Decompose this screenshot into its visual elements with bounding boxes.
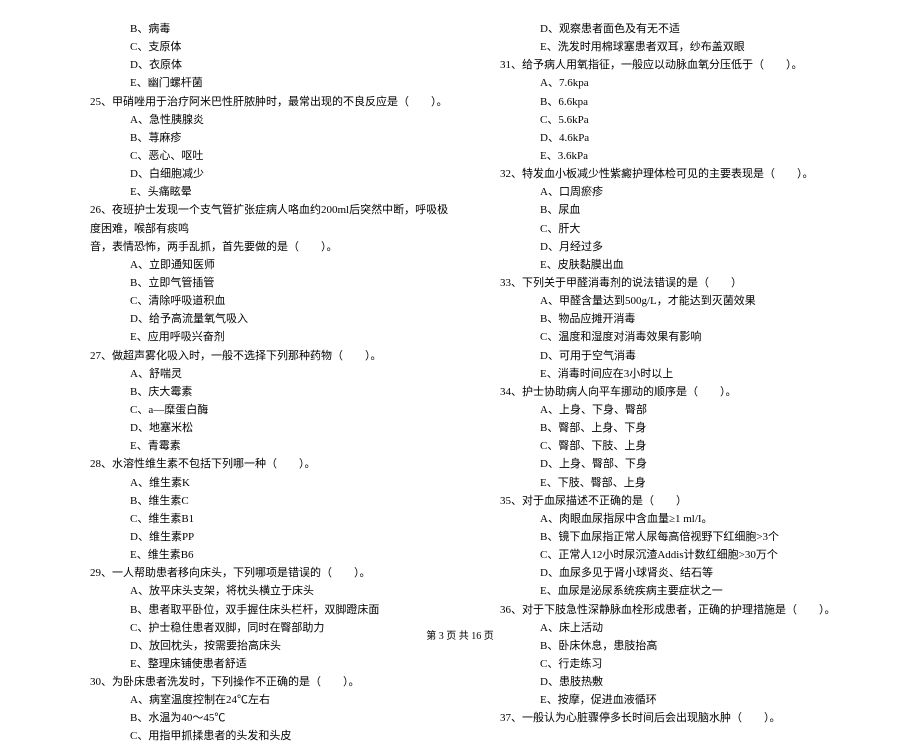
q34-opt-e: E、下肢、臀部、上身: [500, 474, 860, 492]
q31-opt-a: A、7.6kpa: [500, 74, 860, 92]
q36-opt-e: E、按摩，促进血液循环: [500, 691, 860, 709]
q25: 25、甲硝唑用于治疗阿米巴性肝脓肿时，最常出现的不良反应是（ ）。: [90, 93, 450, 111]
q25-opt-c: C、恶心、呕吐: [90, 147, 450, 165]
q26-opt-a: A、立即通知医师: [90, 256, 450, 274]
q25-opt-a: A、急性胰腺炎: [90, 111, 450, 129]
q37: 37、一般认为心脏骤停多长时间后会出现脑水肿（ ）。: [500, 709, 860, 727]
q24-opt-b: B、病毒: [90, 20, 450, 38]
q30-opt-e: E、洗发时用棉球塞患者双耳，纱布盖双眼: [500, 38, 860, 56]
q25-opt-e: E、头痛眩晕: [90, 183, 450, 201]
q32-opt-c: C、肝大: [500, 220, 860, 238]
q33-opt-e: E、消毒时间应在3小时以上: [500, 365, 860, 383]
q30-opt-d: D、观察患者面色及有无不适: [500, 20, 860, 38]
q28-opt-b: B、维生素C: [90, 492, 450, 510]
q31-opt-e: E、3.6kPa: [500, 147, 860, 165]
q24-opt-c: C、支原体: [90, 38, 450, 56]
q27-opt-d: D、地塞米松: [90, 419, 450, 437]
q34: 34、护士协助病人向平车挪动的顺序是（ ）。: [500, 383, 860, 401]
q36-opt-c: C、行走练习: [500, 655, 860, 673]
q28-opt-c: C、维生素B1: [90, 510, 450, 528]
q34-opt-d: D、上身、臀部、下身: [500, 455, 860, 473]
q33-opt-d: D、可用于空气消毒: [500, 347, 860, 365]
q29-opt-e: E、整理床铺使患者舒适: [90, 655, 450, 673]
q26-opt-e: E、应用呼吸兴奋剂: [90, 328, 450, 346]
q24-opt-e: E、幽门螺杆菌: [90, 74, 450, 92]
q26-cont: 音，表情恐怖，两手乱抓，首先要做的是（ ）。: [90, 238, 450, 256]
q31-opt-b: B、6.6kpa: [500, 93, 860, 111]
q27: 27、做超声雾化吸入时，一般不选择下列那种药物（ ）。: [90, 347, 450, 365]
q35-opt-c: C、正常人12小时尿沉渣Addis计数红细胞>30万个: [500, 546, 860, 564]
q36: 36、对于下肢急性深静脉血栓形成患者，正确的护理措施是（ ）。: [500, 601, 860, 619]
q33: 33、下列关于甲醛消毒剂的说法错误的是（ ）: [500, 274, 860, 292]
q35-opt-d: D、血尿多见于肾小球肾炎、结石等: [500, 564, 860, 582]
q32: 32、特发血小板减少性紫癜护理体检可见的主要表现是（ ）。: [500, 165, 860, 183]
q30-opt-c: C、用指甲抓揉患者的头发和头皮: [90, 727, 450, 745]
q28: 28、水溶性维生素不包括下列哪一种（ ）。: [90, 455, 450, 473]
q26-opt-d: D、给予高流量氧气吸入: [90, 310, 450, 328]
q24-opt-d: D、衣原体: [90, 56, 450, 74]
q32-opt-d: D、月经过多: [500, 238, 860, 256]
page-footer: 第 3 页 共 16 页: [0, 627, 920, 642]
q34-opt-c: C、臀部、下肢、上身: [500, 437, 860, 455]
q27-opt-a: A、舒喘灵: [90, 365, 450, 383]
q33-opt-c: C、温度和湿度对消毒效果有影响: [500, 328, 860, 346]
q31: 31、给予病人用氧指征，一般应以动脉血氧分压低于（ ）。: [500, 56, 860, 74]
q35-opt-e: E、血尿是泌尿系统疾病主要症状之一: [500, 582, 860, 600]
q25-opt-d: D、白细胞减少: [90, 165, 450, 183]
q36-opt-d: D、患肢热敷: [500, 673, 860, 691]
q35-opt-a: A、肉眼血尿指尿中含血量≥1 ml/I。: [500, 510, 860, 528]
q28-opt-d: D、维生素PP: [90, 528, 450, 546]
q26-opt-c: C、清除呼吸道积血: [90, 292, 450, 310]
q29: 29、一人帮助患者移向床头，下列哪项是错误的（ ）。: [90, 564, 450, 582]
q32-opt-e: E、皮肤黏膜出血: [500, 256, 860, 274]
q27-opt-e: E、青霉素: [90, 437, 450, 455]
q34-opt-b: B、臀部、上身、下身: [500, 419, 860, 437]
q29-opt-a: A、放平床头支架，将枕头横立于床头: [90, 582, 450, 600]
q32-opt-b: B、尿血: [500, 201, 860, 219]
q29-opt-b: B、患者取平卧位，双手握住床头栏杆，双脚蹬床面: [90, 601, 450, 619]
q27-opt-b: B、庆大霉素: [90, 383, 450, 401]
q25-opt-b: B、荨麻疹: [90, 129, 450, 147]
q30-opt-a: A、病室温度控制在24℃左右: [90, 691, 450, 709]
q32-opt-a: A、口周瘀疹: [500, 183, 860, 201]
q33-opt-b: B、物品应摊开消毒: [500, 310, 860, 328]
q35: 35、对于血尿描述不正确的是（ ）: [500, 492, 860, 510]
q30-opt-b: B、水温为40～45℃: [90, 709, 450, 727]
q30: 30、为卧床患者洗发时，下列操作不正确的是（ ）。: [90, 673, 450, 691]
q28-opt-a: A、维生素K: [90, 474, 450, 492]
q27-opt-c: C、a—糜蛋白酶: [90, 401, 450, 419]
q34-opt-a: A、上身、下身、臀部: [500, 401, 860, 419]
q35-opt-b: B、镜下血尿指正常人尿每高倍视野下红细胞>3个: [500, 528, 860, 546]
q31-opt-d: D、4.6kPa: [500, 129, 860, 147]
q33-opt-a: A、甲醛含量达到500g/L，才能达到灭菌效果: [500, 292, 860, 310]
q26: 26、夜班护士发现一个支气管扩张症病人咯血约200ml后突然中断，呼吸极度困难，…: [90, 201, 450, 237]
q31-opt-c: C、5.6kPa: [500, 111, 860, 129]
q26-opt-b: B、立即气管插管: [90, 274, 450, 292]
q28-opt-e: E、维生素B6: [90, 546, 450, 564]
